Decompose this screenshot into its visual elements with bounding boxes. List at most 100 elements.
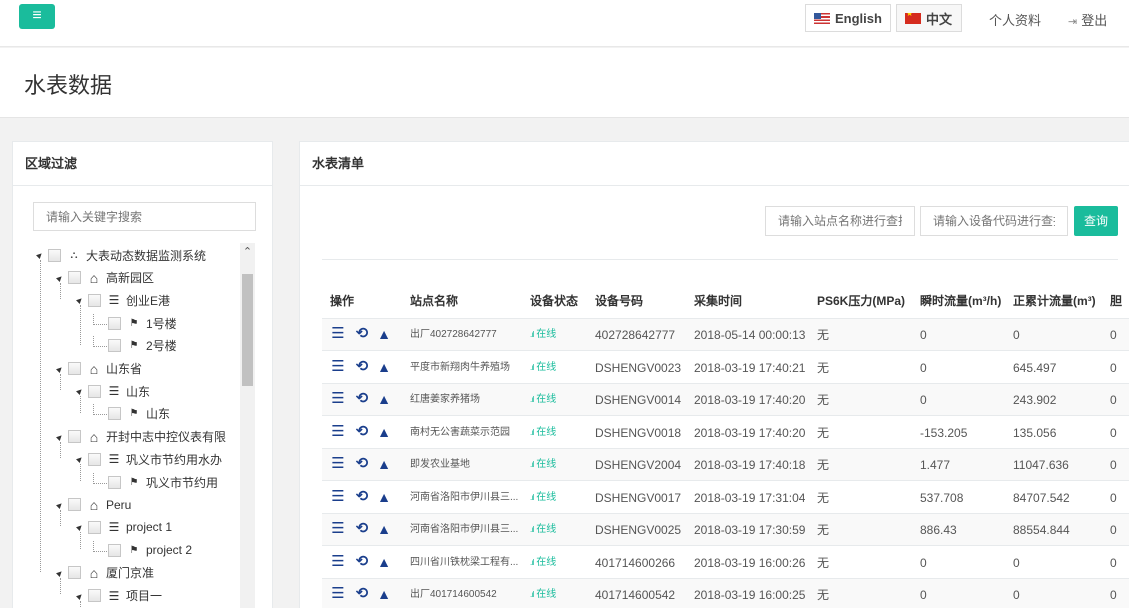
history-icon[interactable]: ⟲	[354, 586, 370, 602]
scroll-up-icon[interactable]: ⌃	[240, 245, 255, 261]
column-header[interactable]: 站点名称	[410, 283, 458, 319]
language-english-button[interactable]: English	[805, 4, 891, 32]
tree-checkbox[interactable]	[88, 384, 101, 398]
tree-node-label[interactable]: 山东	[126, 383, 150, 400]
column-header[interactable]: 设备状态	[530, 283, 578, 319]
history-icon[interactable]: ⟲	[354, 326, 370, 342]
tree-checkbox[interactable]	[88, 293, 101, 307]
tree-checkbox[interactable]	[88, 520, 101, 534]
logout-link[interactable]: ⇥ 登出	[1068, 10, 1107, 29]
alarm-warning-icon[interactable]: ▲	[376, 424, 392, 440]
tree-node[interactable]: ▲ ⛬ 大表动态数据监测系统	[33, 244, 206, 266]
details-list-icon[interactable]: ☰	[330, 553, 346, 570]
alarm-warning-icon[interactable]: ▲	[376, 554, 392, 570]
alarm-warning-icon[interactable]: ▲	[376, 359, 392, 375]
tree-node-label[interactable]: Peru	[106, 498, 131, 512]
tree-scrollbar[interactable]: ⌃	[240, 243, 255, 608]
tree-node-label[interactable]: 2号楼	[146, 337, 177, 354]
history-icon[interactable]: ⟲	[354, 358, 370, 375]
tree-checkbox[interactable]	[48, 248, 61, 262]
tree-checkbox[interactable]	[88, 589, 101, 602]
tree-checkbox[interactable]	[68, 566, 81, 580]
device-code-search-input[interactable]	[920, 206, 1068, 236]
tree-node-label[interactable]: 厦门京准	[106, 564, 154, 581]
details-list-icon[interactable]: ☰	[330, 326, 346, 342]
tree-node-label[interactable]: 山东省	[106, 360, 142, 377]
details-list-icon[interactable]: ☰	[330, 521, 346, 537]
tree-checkbox[interactable]	[68, 498, 81, 512]
tree-node-label[interactable]: 1号楼	[146, 315, 177, 332]
tree-checkbox[interactable]	[68, 430, 81, 444]
column-header[interactable]: 瞬时流量(m³/h)	[920, 283, 1001, 319]
history-icon[interactable]: ⟲	[354, 553, 370, 570]
details-list-icon[interactable]: ☰	[330, 391, 346, 407]
details-list-icon[interactable]: ☰	[330, 423, 346, 440]
tree-node[interactable]: ▲ ☰ project 1	[73, 516, 172, 538]
tree-node[interactable]: ▲ ⌂ 山东省	[53, 358, 142, 380]
details-list-icon[interactable]: ☰	[330, 586, 346, 602]
tree-node-label[interactable]: 高新园区	[106, 269, 154, 286]
query-button[interactable]: 查询	[1074, 206, 1118, 236]
tree-node-label[interactable]: 创业E港	[126, 292, 170, 309]
tree-node[interactable]: ⚑ 2号楼	[93, 335, 177, 357]
tree-checkbox[interactable]	[108, 475, 121, 489]
menu-toggle-button[interactable]: ≡	[19, 4, 55, 29]
column-header[interactable]: 操作	[330, 283, 354, 319]
tree-node[interactable]: ⚑ 山东	[93, 403, 170, 425]
tree-node[interactable]: ⚑ 1号楼	[93, 312, 177, 334]
tree-node[interactable]: ▲ ☰ 巩义市节约用水办	[73, 448, 222, 470]
details-list-icon[interactable]: ☰	[330, 456, 346, 472]
tree-node[interactable]: ▲ ☰ 项目一	[73, 585, 162, 607]
tree-node-label[interactable]: 巩义市节约用	[146, 474, 218, 491]
tree-checkbox[interactable]	[108, 407, 121, 421]
tree-node[interactable]: ▲ ⌂ 高新园区	[53, 267, 154, 289]
list-icon: ☰	[108, 520, 120, 535]
tree-node[interactable]: ▲ ⌂ Peru	[53, 494, 131, 516]
column-header[interactable]: 正累计流量(m³)	[1013, 283, 1096, 319]
history-icon[interactable]: ⟲	[354, 521, 370, 537]
scrollbar-thumb[interactable]	[242, 274, 253, 386]
language-chinese-button[interactable]: 中文	[896, 4, 962, 32]
tree-node[interactable]: ⚑ 巩义市节约用	[93, 471, 218, 493]
history-icon[interactable]: ⟲	[354, 488, 370, 505]
alarm-warning-icon[interactable]: ▲	[376, 521, 392, 537]
tree-node-label[interactable]: project 1	[126, 520, 172, 534]
column-header[interactable]: PS6K压力(MPa)	[817, 283, 905, 319]
column-header[interactable]: 胆	[1110, 283, 1122, 319]
cell-status: .ıl 在线	[530, 352, 556, 384]
history-icon[interactable]: ⟲	[354, 391, 370, 407]
details-list-icon[interactable]: ☰	[330, 358, 346, 375]
alarm-warning-icon[interactable]: ▲	[376, 489, 392, 505]
profile-link[interactable]: 个人资料	[989, 10, 1041, 29]
tree-checkbox[interactable]	[108, 316, 121, 330]
column-header[interactable]: 设备号码	[595, 283, 643, 319]
tree-checkbox[interactable]	[68, 271, 81, 285]
tree-checkbox[interactable]	[108, 339, 121, 353]
alarm-warning-icon[interactable]: ▲	[376, 391, 392, 407]
details-list-icon[interactable]: ☰	[330, 488, 346, 505]
status-label: 在线	[536, 524, 557, 535]
history-icon[interactable]: ⟲	[354, 423, 370, 440]
alarm-warning-icon[interactable]: ▲	[376, 326, 392, 342]
tree-node[interactable]: ▲ ☰ 创业E港	[73, 289, 170, 311]
alarm-warning-icon[interactable]: ▲	[376, 456, 392, 472]
tree-node-label[interactable]: 山东	[146, 405, 170, 422]
tree-node-label[interactable]: 开封中志中控仪表有限	[106, 428, 226, 445]
tree-node[interactable]: ⚑ project 2	[93, 539, 192, 561]
cell-time: 2018-03-19 16:00:26	[694, 555, 806, 570]
tree-node-label[interactable]: 项目一	[126, 587, 162, 604]
tree-node-label[interactable]: 大表动态数据监测系统	[86, 247, 206, 264]
tree-node[interactable]: ▲ ⌂ 开封中志中控仪表有限	[53, 426, 226, 448]
tree-checkbox[interactable]	[68, 362, 81, 375]
tree-checkbox[interactable]	[88, 452, 101, 466]
tree-node[interactable]: ▲ ⌂ 厦门京准	[53, 562, 154, 584]
column-header[interactable]: 采集时间	[694, 283, 742, 319]
site-name-search-input[interactable]	[765, 206, 915, 236]
tree-checkbox[interactable]	[108, 543, 121, 557]
alarm-warning-icon[interactable]: ▲	[376, 586, 392, 602]
tree-search-input[interactable]	[33, 202, 256, 231]
tree-node[interactable]: ▲ ☰ 山东	[73, 380, 150, 402]
tree-node-label[interactable]: project 2	[146, 543, 192, 557]
history-icon[interactable]: ⟲	[354, 456, 370, 472]
tree-node-label[interactable]: 巩义市节约用水办	[126, 451, 222, 468]
